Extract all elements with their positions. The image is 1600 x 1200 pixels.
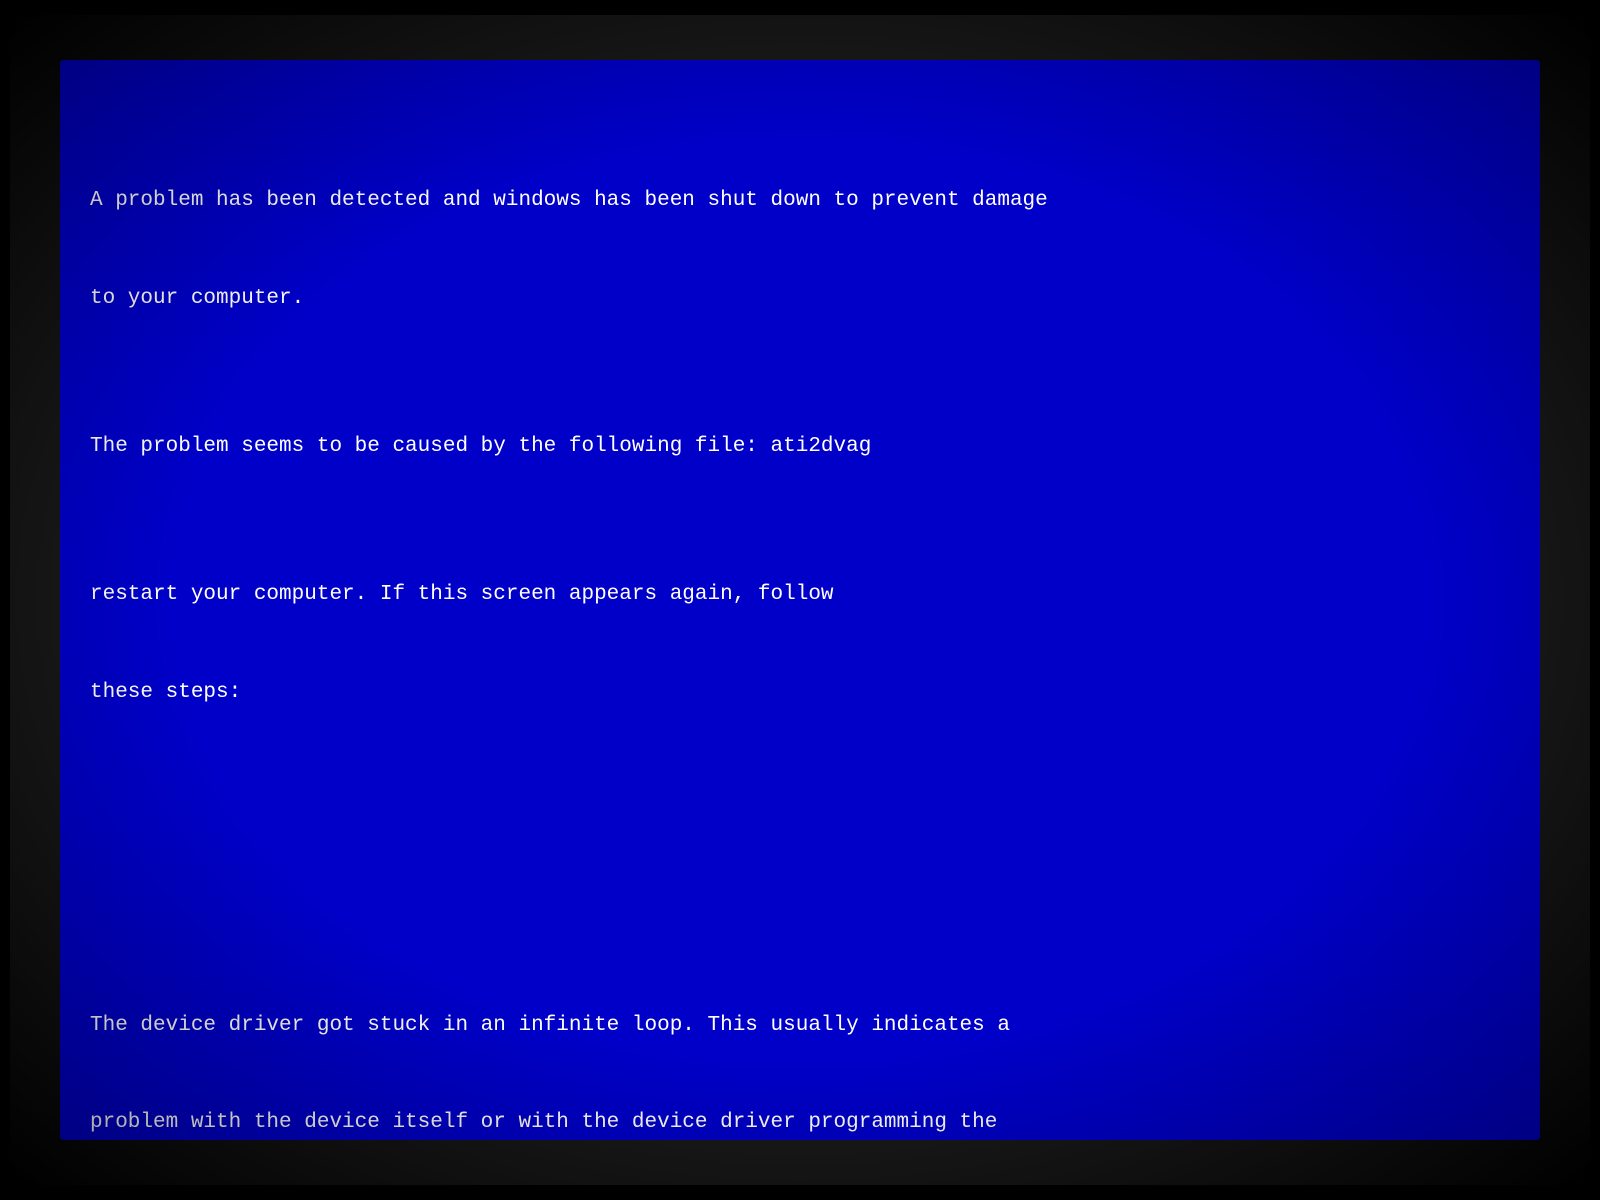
bsod-content: A problem has been detected and windows … [90, 120, 1510, 1140]
bsod-screen: A problem has been detected and windows … [60, 60, 1540, 1140]
bsod-line-5: these steps: [90, 677, 1510, 710]
bsod-line-1: A problem has been detected and windows … [90, 185, 1510, 218]
monitor-outer: A problem has been detected and windows … [10, 15, 1590, 1185]
bsod-line-2: to your computer. [90, 283, 1510, 316]
bsod-line-7: The device driver got stuck in an infini… [90, 1010, 1510, 1043]
bsod-line-4: restart your computer. If this screen ap… [90, 579, 1510, 612]
bsod-spacer [90, 890, 1510, 912]
bsod-line-8: problem with the device itself or with t… [90, 1107, 1510, 1140]
bsod-line-3: The problem seems to be caused by the fo… [90, 431, 1510, 464]
